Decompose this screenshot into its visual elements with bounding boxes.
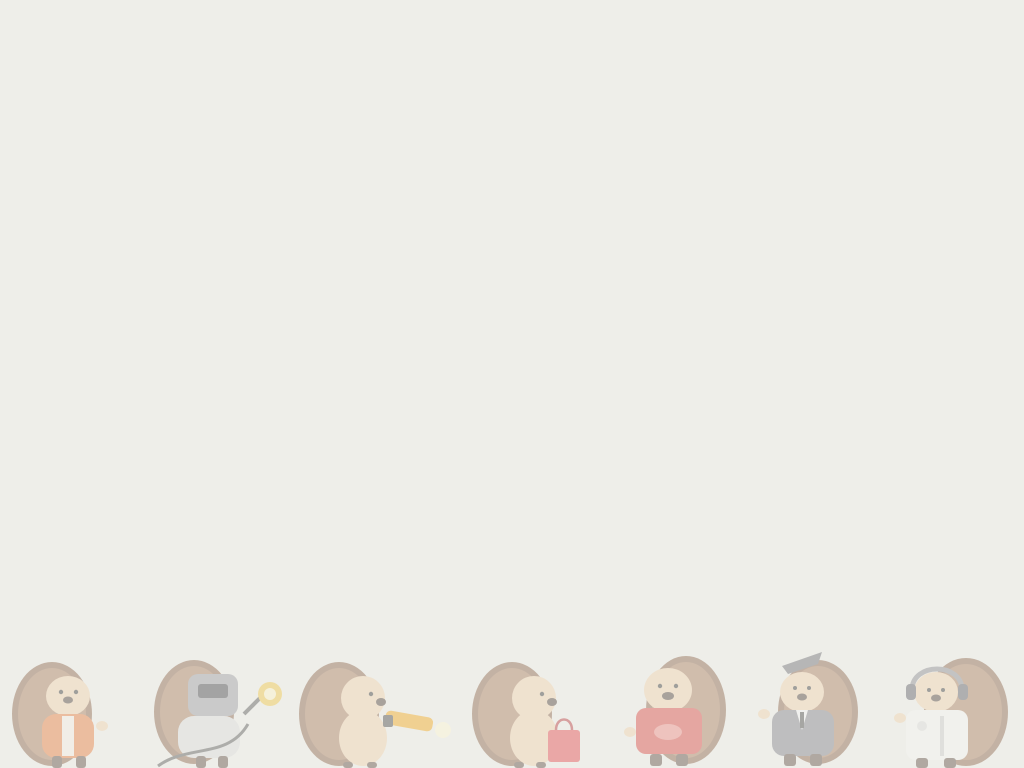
hedgehog-orange-jacket-icon bbox=[6, 656, 111, 768]
hedgehog-headphones-icon bbox=[894, 652, 1016, 768]
mascot-strip bbox=[0, 646, 1024, 768]
hedgehog-flashlight-icon bbox=[293, 658, 458, 768]
hedgehog-shopping-bag-icon bbox=[466, 658, 586, 768]
hedgehog-welder-icon bbox=[148, 654, 288, 768]
hedgehog-graduate-suit-icon bbox=[758, 650, 863, 768]
desktop-wallpaper bbox=[0, 0, 1024, 768]
hedgehog-red-shirt-icon bbox=[624, 650, 729, 768]
